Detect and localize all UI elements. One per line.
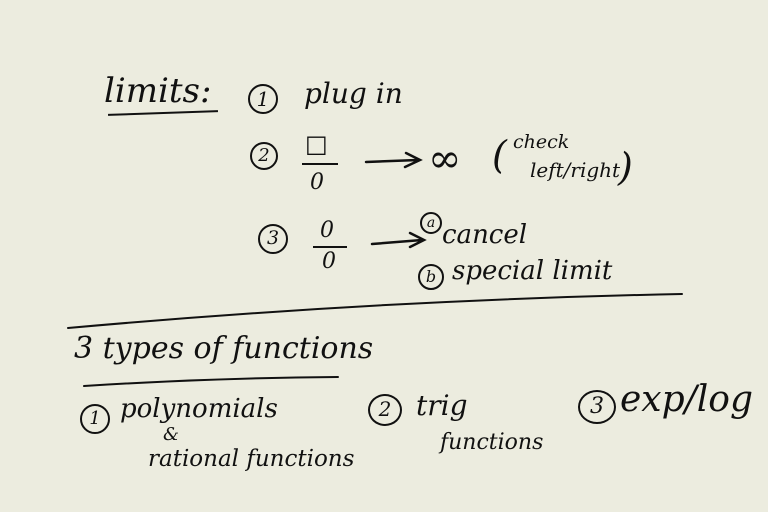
functions-item-2-line-2: functions [440, 430, 544, 455]
functions-item-2-number: 2 [368, 394, 402, 426]
functions-item-1-line-1: polynomials [120, 394, 278, 424]
functions-item-3-number: 3 [578, 390, 616, 424]
functions-item-2-line-1: trig [416, 389, 468, 422]
handwritten-notes-page: limits: 1 plug in 2 □ 0 ∞ ( check left/r… [0, 0, 768, 512]
functions-item-1-line-3: rational functions [148, 446, 355, 472]
functions-item-3-line-1: exp/log [620, 379, 754, 420]
functions-item-1-number: 1 [80, 404, 110, 434]
functions-item-1-line-2: & [163, 424, 180, 445]
functions-heading-underline [83, 376, 339, 387]
